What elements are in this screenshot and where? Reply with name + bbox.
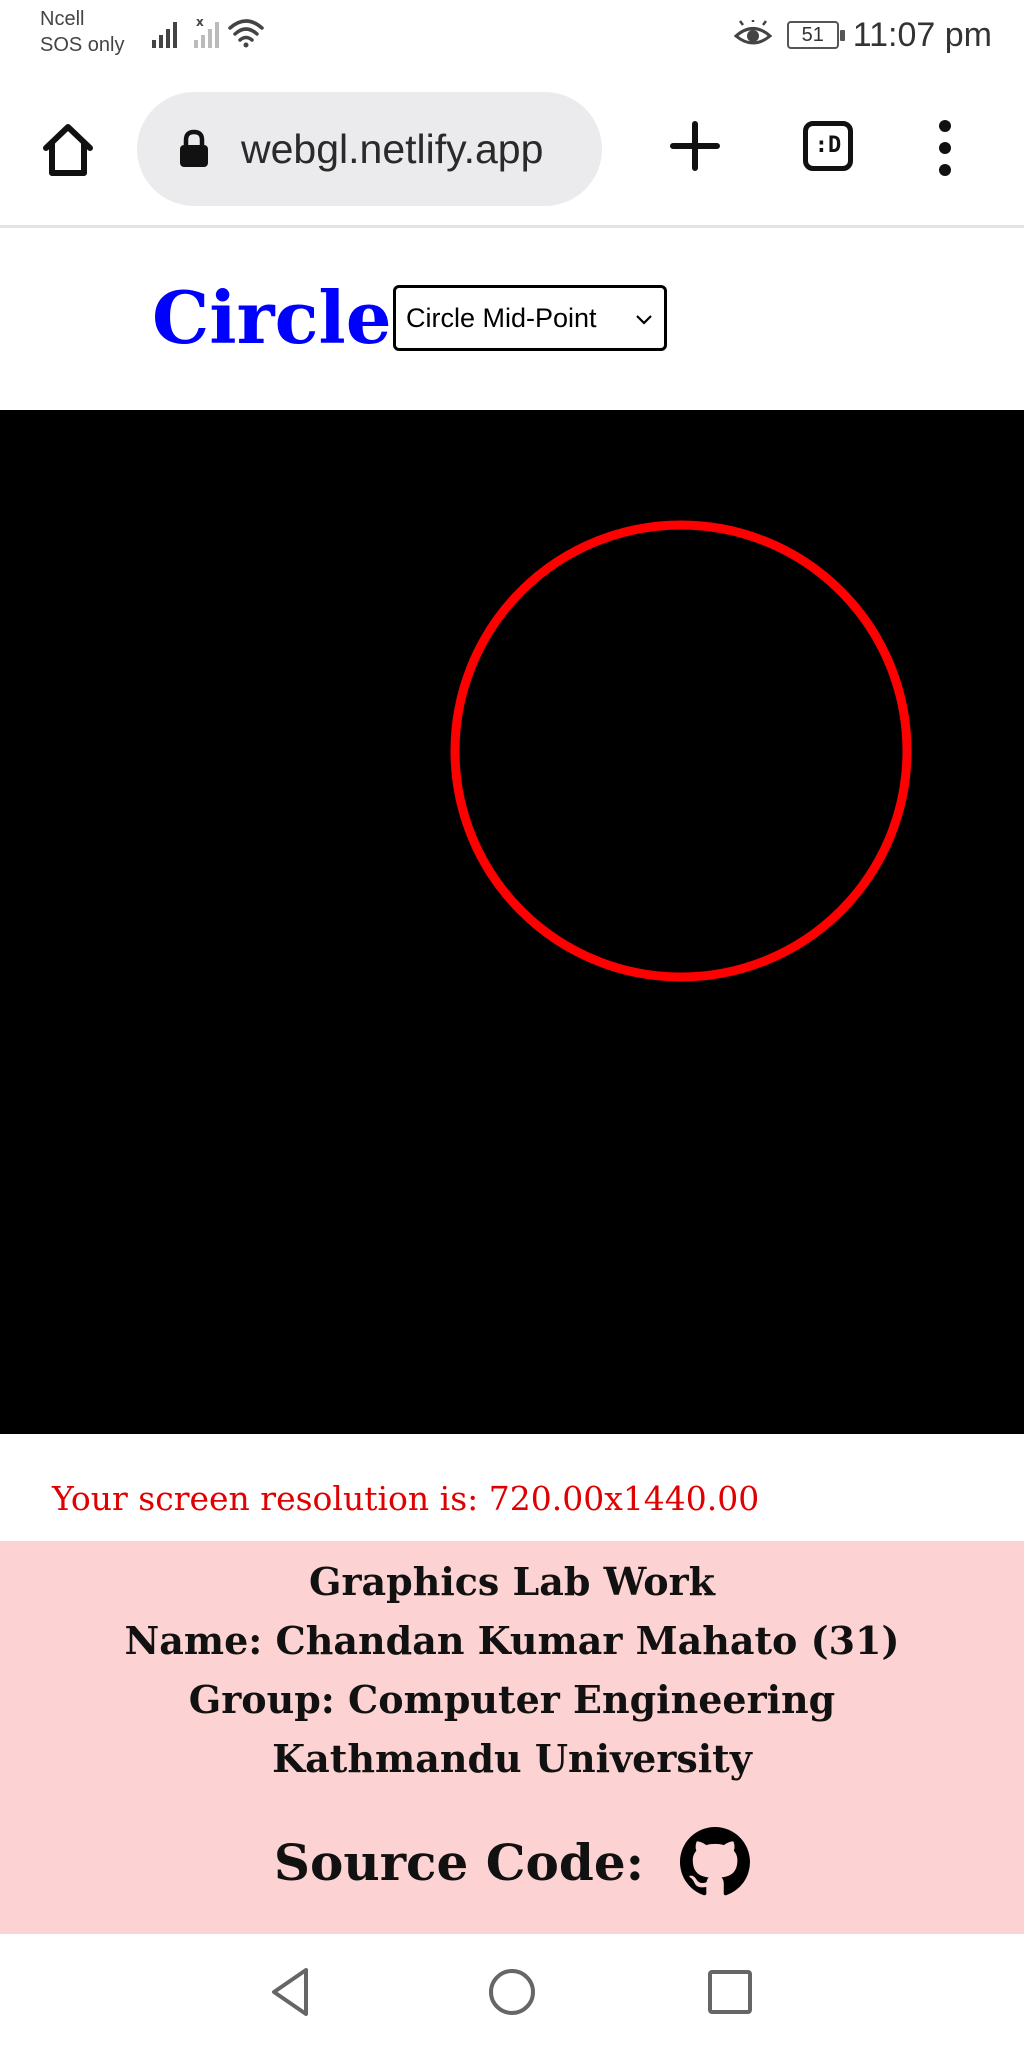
signal-wifi-icons: x	[152, 15, 264, 48]
source-code-row: Source Code:	[0, 1817, 1024, 1907]
wifi-icon	[228, 19, 264, 48]
footer: Graphics Lab Work Name: Chandan Kumar Ma…	[0, 1541, 1024, 1934]
tab-switcher-button[interactable]: :D	[803, 121, 853, 171]
resolution-text: Your screen resolution is: 720.00x1440.0…	[52, 1479, 760, 1518]
page-title: Circle	[152, 275, 392, 360]
home-icon[interactable]	[38, 120, 98, 180]
home-nav-icon[interactable]	[482, 1962, 542, 2022]
carrier-info: Ncell SOS only	[40, 6, 124, 58]
url-text: webgl.netlify.app	[241, 126, 544, 172]
footer-name: Name: Chandan Kumar Mahato (31)	[124, 1618, 900, 1663]
footer-heading: Graphics Lab Work	[309, 1559, 715, 1604]
new-tab-icon[interactable]	[665, 116, 725, 176]
clock: 11:07 pm	[852, 15, 992, 54]
battery-level: 51	[801, 24, 824, 46]
page-header: Circle Circle Mid-Point	[0, 228, 1024, 410]
signal-no-sim-icon: x	[194, 15, 219, 48]
svg-text:x: x	[196, 15, 204, 29]
canvas-drawing	[450, 520, 912, 982]
battery-icon: 51	[786, 21, 845, 49]
more-menu-icon[interactable]	[925, 116, 965, 180]
algorithm-select-value: Circle Mid-Point	[406, 303, 597, 333]
chevron-down-icon	[636, 315, 652, 325]
footer-group: Group: Computer Engineering	[188, 1677, 836, 1722]
recents-icon[interactable]	[700, 1962, 760, 2022]
signal-strength-icon	[152, 22, 177, 48]
lock-icon	[180, 129, 208, 167]
status-right: 51 11:07 pm	[733, 14, 992, 56]
carrier-status: SOS only	[40, 34, 125, 56]
source-code-label: Source Code:	[273, 1832, 645, 1892]
drawn-circle	[450, 520, 912, 982]
address-bar[interactable]: webgl.netlify.app	[137, 92, 602, 206]
status-bar: Ncell SOS only x 51 11:07 pm	[0, 0, 1024, 70]
carrier-name: Ncell	[40, 8, 85, 30]
algorithm-select[interactable]: Circle Mid-Point	[393, 285, 667, 351]
system-nav-bar	[0, 1934, 1024, 2048]
github-icon[interactable]	[680, 1827, 751, 1897]
footer-university: Kathmandu University	[272, 1736, 752, 1781]
webgl-canvas[interactable]	[0, 410, 1024, 1434]
browser-toolbar: webgl.netlify.app :D	[0, 70, 1024, 228]
back-icon[interactable]	[262, 1962, 322, 2022]
eye-comfort-icon	[733, 20, 773, 45]
